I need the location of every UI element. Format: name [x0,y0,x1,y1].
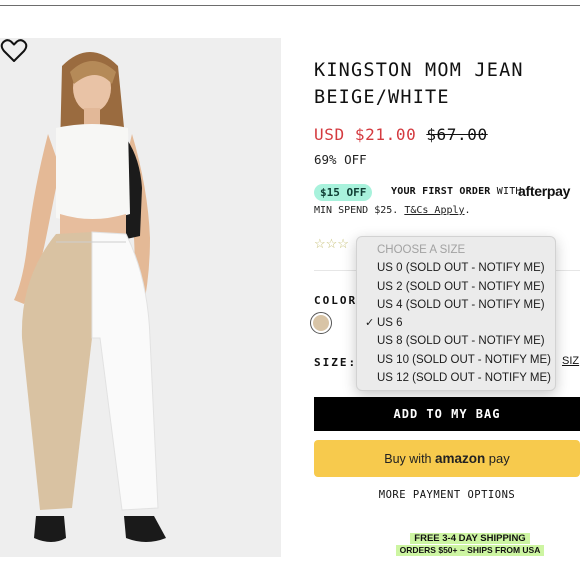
size-guide-link[interactable]: SIZ [562,355,579,367]
afterpay-promo: $15 OFF YOUR FIRST ORDER WITH afterpay [314,184,580,202]
dropdown-placeholder: CHOOSE A SIZE [377,244,466,256]
add-to-bag-button[interactable]: ADD TO MY BAG [314,397,580,431]
size-option-label: US 12 (SOLD OUT - NOTIFY ME) [377,372,552,385]
promo-badge: $15 OFF [314,184,373,201]
size-option-label: US 6 [377,317,403,330]
size-option-label: US 2 (SOLD OUT - NOTIFY ME) [377,280,545,293]
size-option-us-10[interactable]: US 10 (SOLD OUT - NOTIFY ME) [357,351,555,369]
size-option-us-0[interactable]: US 0 (SOLD OUT - NOTIFY ME) [357,259,555,277]
checkmark-icon: ✓ [365,317,375,330]
color-swatch-beige[interactable] [310,312,332,334]
amazon-pay-button[interactable]: Buy with amazon pay [314,440,580,477]
product-image[interactable] [0,38,281,557]
min-spend-note: MIN SPEND $25. T&Cs Apply. [314,205,471,216]
size-option-us-12[interactable]: US 12 (SOLD OUT - NOTIFY ME) [357,369,555,387]
size-option-label: US 0 (SOLD OUT - NOTIFY ME) [377,262,545,275]
terms-suffix: . [464,205,471,216]
size-option-us-4[interactable]: US 4 (SOLD OUT - NOTIFY ME) [357,296,555,314]
wishlist-heart-icon[interactable] [0,38,28,64]
shipping-line-2: ORDERS $50+ ~ SHIPS FROM USA [395,545,545,556]
model-illustration [0,38,281,557]
product-title: KINGSTON MOM JEAN BEIGE/WHITE [314,60,524,108]
amazon-logo: amazon [435,451,486,466]
swatch-fill [313,315,329,331]
terms-link[interactable]: T&Cs Apply [404,205,464,216]
size-option-us-8[interactable]: US 8 (SOLD OUT - NOTIFY ME) [357,332,555,350]
size-option-label: US 10 (SOLD OUT - NOTIFY ME) [377,353,552,366]
size-label: SIZE: [314,356,358,369]
amazon-pay-suffix: pay [488,451,510,466]
more-payment-options-link[interactable]: MORE PAYMENT OPTIONS [314,489,580,501]
original-price: $67.00 [426,125,488,144]
color-label: COLOR [314,294,358,307]
size-option-us-2[interactable]: US 2 (SOLD OUT - NOTIFY ME) [357,278,555,296]
promo-headline-text: YOUR FIRST ORDER [391,186,491,197]
afterpay-wordmark: afterpay [518,184,571,199]
shipping-line-1: FREE 3-4 DAY SHIPPING [410,533,530,544]
amazon-pay-prefix: Buy with [384,452,432,466]
sale-price: USD $21.00 [314,125,417,144]
top-divider [0,0,580,6]
discount-label: 69% OFF [314,152,367,167]
size-dropdown-menu[interactable]: CHOOSE A SIZE US 0 (SOLD OUT - NOTIFY ME… [356,236,556,391]
rating-stars[interactable]: ☆☆☆ [314,236,349,252]
price-row: USD $21.00 $67.00 [314,125,488,144]
promo-headline: YOUR FIRST ORDER WITH [391,186,522,197]
shipping-banner: FREE 3-4 DAY SHIPPING ORDERS $50+ ~ SHIP… [370,533,570,556]
size-option-us-6[interactable]: ✓ US 6 [357,314,555,332]
min-spend-text: MIN SPEND $25. [314,205,399,216]
size-option-label: US 4 (SOLD OUT - NOTIFY ME) [377,298,545,311]
size-option-label: US 8 (SOLD OUT - NOTIFY ME) [377,335,545,348]
